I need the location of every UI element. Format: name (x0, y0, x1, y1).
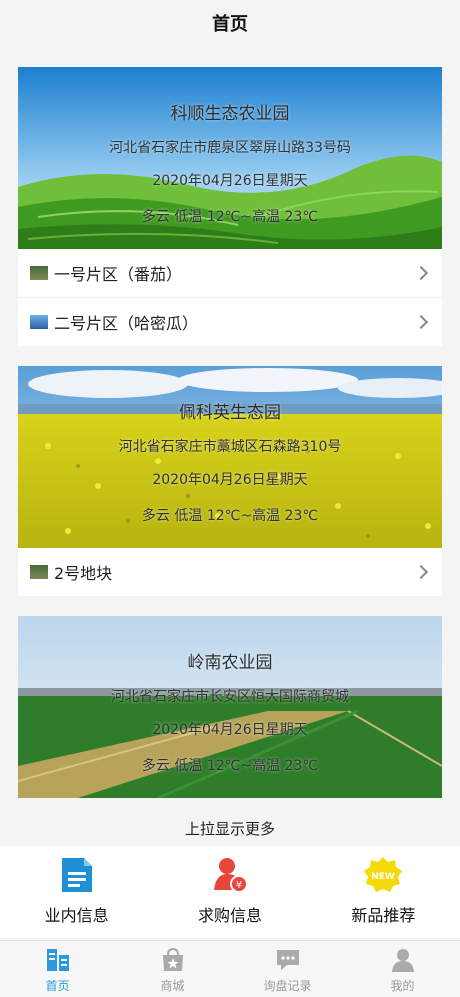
farm-name: 佩科英生态园 (179, 403, 281, 423)
zone-label: 二号片区（哈密瓜） (54, 314, 199, 333)
tab-label: 商城 (160, 979, 185, 993)
tab-label: 我的 (390, 979, 415, 993)
quick-link-label: 求购信息 (197, 906, 262, 925)
farm-date: 2020年04月26日星期天 (152, 472, 308, 488)
tab-label: 询盘记录 (263, 979, 312, 993)
new-badge-icon: NEW (364, 857, 403, 892)
farm-banner-3[interactable]: 岭南农业园 河北省石家庄市长安区恒大国际商贸城 2020年04月26日星期天 多… (18, 616, 442, 798)
farm-banner-1[interactable]: 科顺生态农业园 河北省石家庄市鹿泉区翠屏山路33号码 2020年04月26日星期… (18, 67, 442, 249)
farm-address: 河北省石家庄市长安区恒大国际商贸城 (111, 689, 349, 705)
zone-row[interactable]: 2号地块 (18, 548, 442, 596)
farm-banner-2[interactable]: 佩科英生态园 河北省石家庄市藁城区石森路310号 2020年04月26日星期天 … (18, 366, 442, 548)
tab-inquiry-records[interactable]: 询盘记录 (230, 941, 345, 997)
farm-weather: 多云 低温 12℃~高温 23℃ (141, 758, 319, 774)
chevron-right-icon (413, 265, 429, 281)
farm-date: 2020年04月26日星期天 (152, 722, 308, 738)
zone-thumbnail (30, 266, 48, 280)
zone-row[interactable]: 一号片区（番茄） (18, 249, 442, 297)
svg-text:NEW: NEW (372, 872, 396, 882)
chevron-right-icon (413, 564, 429, 580)
zone-thumbnail (30, 565, 48, 579)
svg-text:¥: ¥ (236, 880, 242, 891)
user-icon (391, 949, 414, 972)
zone-row[interactable]: 二号片区（哈密瓜） (18, 297, 442, 346)
farm-card-2[interactable]: 佩科英生态园 河北省石家庄市藁城区石森路310号 2020年04月26日星期天 … (18, 366, 442, 596)
farm-address: 河北省石家庄市藁城区石森路310号 (118, 439, 342, 455)
farm-name: 岭南农业园 (187, 653, 273, 673)
home-icon (46, 949, 69, 971)
chat-icon (276, 950, 299, 970)
farm-card-1[interactable]: 科顺生态农业园 河北省石家庄市鹿泉区翠屏山路33号码 2020年04月26日星期… (18, 67, 442, 346)
tab-shop[interactable]: 商城 (115, 941, 230, 997)
zone-thumbnail (30, 315, 48, 329)
tab-bar: 首页 商城 询盘记录 我的 (0, 940, 460, 997)
tab-label: 首页 (45, 979, 70, 993)
zone-label: 一号片区（番茄） (54, 265, 183, 284)
load-more-hint: 上拉显示更多 (184, 820, 275, 838)
shop-icon (162, 947, 183, 971)
farm-weather: 多云 低温 12℃~高温 23℃ (141, 209, 319, 225)
quick-link-new-products[interactable]: NEW 新品推荐 (307, 846, 460, 938)
tab-profile[interactable]: 我的 (345, 941, 460, 997)
buyer-icon: ¥ (213, 858, 248, 893)
quick-link-label: 业内信息 (44, 906, 109, 925)
chevron-right-icon (413, 314, 429, 330)
farm-name: 科顺生态农业园 (170, 104, 290, 124)
quick-link-industry-info[interactable]: 业内信息 (0, 846, 153, 938)
farm-weather: 多云 低温 12℃~高温 23℃ (141, 508, 319, 524)
zone-label: 2号地块 (54, 564, 113, 583)
quick-links: 业内信息 ¥ 求购信息 NEW 新品推荐 (0, 846, 460, 938)
farm-card-3[interactable]: 岭南农业园 河北省石家庄市长安区恒大国际商贸城 2020年04月26日星期天 多… (18, 616, 442, 798)
document-icon (61, 858, 92, 892)
quick-link-purchase-info[interactable]: ¥ 求购信息 (153, 846, 306, 938)
farm-address: 河北省石家庄市鹿泉区翠屏山路33号码 (109, 140, 351, 156)
tab-home[interactable]: 首页 (0, 941, 115, 997)
page-title: 首页 (0, 0, 460, 50)
quick-link-label: 新品推荐 (351, 906, 416, 925)
farm-date: 2020年04月26日星期天 (152, 173, 308, 189)
